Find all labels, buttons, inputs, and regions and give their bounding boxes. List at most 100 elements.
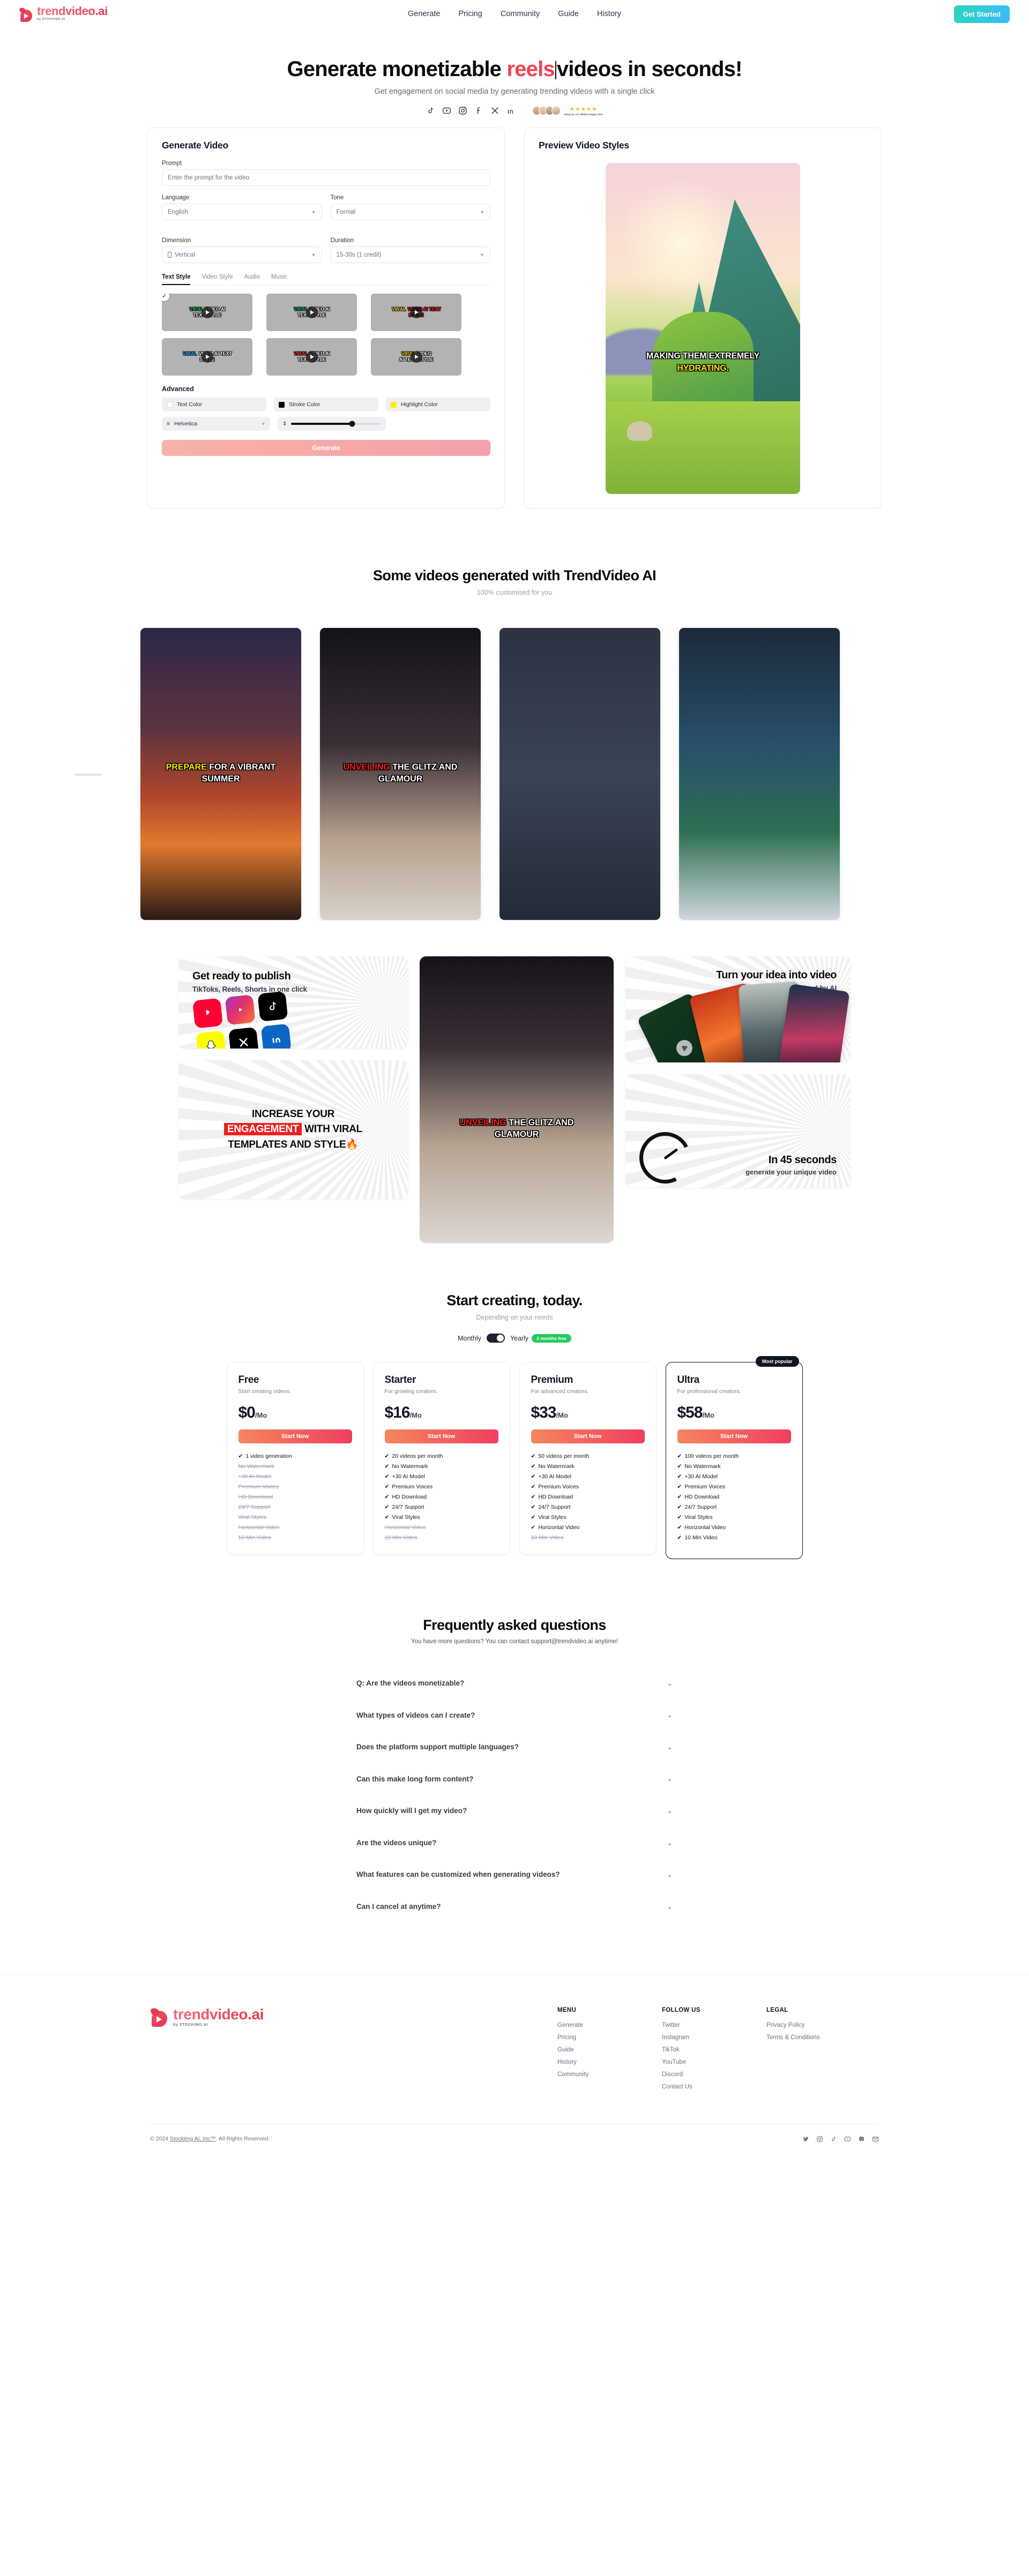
faq-item[interactable]: Are the videos unique? ⌄ <box>356 1827 673 1859</box>
slider-knob[interactable] <box>349 421 355 427</box>
faq-item[interactable]: Does the platform support multiple langu… <box>356 1731 673 1763</box>
generate-button[interactable]: Generate <box>162 440 490 456</box>
footer-link-instagram[interactable]: Instagram <box>662 2034 766 2041</box>
footer-link-discord[interactable]: Discord <box>662 2071 766 2078</box>
linkedin-icon[interactable] <box>506 106 516 115</box>
chevron-down-icon[interactable]: ⌄ <box>667 1774 673 1783</box>
duration-select[interactable]: 15-30s (1 credit) ▼ <box>330 246 490 263</box>
nav-community[interactable]: Community <box>501 10 540 18</box>
tiktok-icon[interactable] <box>426 106 435 115</box>
tab-audio[interactable]: Audio <box>244 274 259 285</box>
footer-link-history[interactable]: History <box>557 2059 662 2065</box>
nav-guide[interactable]: Guide <box>558 10 579 18</box>
instagram-icon[interactable] <box>816 2136 823 2143</box>
instagram-icon[interactable] <box>458 106 467 115</box>
clock-icon <box>632 1125 698 1188</box>
preview-video[interactable]: MAKING THEM EXTREMELY HYDRATING. <box>606 163 800 494</box>
carousel-scrollbar[interactable] <box>75 774 102 776</box>
billing-toggle[interactable] <box>486 1334 505 1343</box>
youtube-icon[interactable] <box>442 106 451 115</box>
dimension-select[interactable]: Vertical ▼ <box>162 246 322 263</box>
tiktok-icon[interactable] <box>830 2136 837 2143</box>
text-style-option[interactable]: VIRAL VIDEO AI TEXT STYLE <box>266 338 357 376</box>
pricing-plans: Free Start creating videos. $0/Mo Start … <box>0 1356 1029 1559</box>
chevron-down-icon[interactable]: ⌄ <box>667 1679 673 1688</box>
start-now-button[interactable]: Start Now <box>384 1429 498 1443</box>
brand-logo[interactable]: trendvideo.ai by STOCKIMG.AI <box>19 5 108 23</box>
font-size-slider[interactable]: ⇕ <box>278 417 386 431</box>
chevron-down-icon[interactable]: ⌄ <box>667 1870 673 1879</box>
faq-item[interactable]: What features can be customized when gen… <box>356 1859 673 1891</box>
text-style-option[interactable]: VIRAL VIDEO AI TEXT STYLE <box>266 294 357 331</box>
stroke-color-picker[interactable]: Stroke Color <box>274 398 378 411</box>
faq-item[interactable]: What types of videos can I create? ⌄ <box>356 1699 673 1732</box>
text-style-option[interactable]: ✓ VIRAL VIDEO AI TEXT STYLE <box>162 294 252 331</box>
footer-link-contact-us[interactable]: Contact Us <box>662 2084 766 2090</box>
logo-mark-icon <box>150 2006 168 2028</box>
footer-link-twitter[interactable]: Twitter <box>662 2022 766 2028</box>
footer-link-pricing[interactable]: Pricing <box>557 2034 662 2041</box>
start-now-button[interactable]: Start Now <box>531 1429 645 1443</box>
text-style-option[interactable]: VIRAL VIDEOAI TEXT STYLE <box>371 338 461 376</box>
pricing-title: Start creating, today. <box>446 1292 583 1308</box>
chevron-down-icon: ▼ <box>480 209 484 215</box>
gallery-card[interactable]: PREPARE FOR A VIBRANT SUMMER <box>140 627 301 920</box>
chevron-down-icon[interactable]: ⌄ <box>667 1903 673 1911</box>
language-select[interactable]: English ▼ <box>162 204 322 220</box>
footer-link-terms[interactable]: Terms & Conditions <box>766 2034 871 2041</box>
nav-history[interactable]: History <box>597 10 621 18</box>
get-started-button[interactable]: Get Started <box>953 5 1010 23</box>
gallery-card[interactable]: UNVEILING THE GLITZ AND GLAMOUR <box>320 627 481 920</box>
youtube-icon[interactable] <box>844 2136 851 2143</box>
footer-column-menu: MENU Generate Pricing Guide History Comm… <box>557 2007 662 2090</box>
footer-link-youtube[interactable]: YouTube <box>662 2059 766 2065</box>
tone-select[interactable]: Formal ▼ <box>330 204 490 220</box>
nav-pricing[interactable]: Pricing <box>458 10 482 18</box>
discount-badge: 2 months free <box>532 1334 571 1343</box>
faq-item[interactable]: Can I cancel at anytime? ⌄ <box>356 1891 673 1923</box>
model-video-card[interactable]: UNVEILING THE GLITZ AND GLAMOUR <box>420 956 614 1243</box>
footer-link-generate[interactable]: Generate <box>557 2022 662 2028</box>
tab-text-style[interactable]: Text Style <box>162 274 191 285</box>
footer-link-privacy-policy[interactable]: Privacy Policy <box>766 2022 871 2028</box>
feature-text: HD Download <box>684 1494 720 1500</box>
gallery-card[interactable] <box>499 627 660 920</box>
text-style-option[interactable]: VIRAL VIDEO AI TEXTSTYLE <box>371 294 461 331</box>
text-style-option[interactable]: VIRAL VIDEO AI TEXTSTYLE <box>162 338 252 376</box>
chevron-down-icon[interactable]: ⌄ <box>667 1839 673 1847</box>
faq-item[interactable]: Q: Are the videos monetizable? ⌄ <box>356 1667 673 1699</box>
chevron-down-icon[interactable]: ⌄ <box>667 1711 673 1719</box>
footer-logo[interactable]: trendvideo.ai by STOCKIMG.AI <box>150 2006 557 2028</box>
start-now-button[interactable]: Start Now <box>238 1429 352 1443</box>
font-select[interactable]: ≡ Helvetica ▼ <box>162 417 270 431</box>
caption-rest: THE GLITZ AND <box>506 1118 574 1127</box>
prompt-input[interactable] <box>162 169 490 186</box>
footer-link-guide[interactable]: Guide <box>557 2047 662 2053</box>
twitter-icon[interactable] <box>802 2136 809 2143</box>
facebook-icon[interactable] <box>474 106 483 115</box>
text-color-picker[interactable]: Text Color <box>162 398 266 411</box>
dimension-value: Vertical <box>175 251 195 258</box>
highlight-color-picker[interactable]: Highlight Color <box>386 398 490 411</box>
x-icon[interactable] <box>490 106 499 115</box>
tab-music[interactable]: Music <box>271 274 287 285</box>
gallery-card[interactable] <box>679 627 840 920</box>
idea-to-video-card: Turn your idea into video in seconds pow… <box>625 956 851 1062</box>
footer-link-community[interactable]: Community <box>557 2071 662 2078</box>
chevron-down-icon[interactable]: ⌄ <box>667 1807 673 1815</box>
tab-video-style[interactable]: Video Style <box>202 274 233 285</box>
nav-generate[interactable]: Generate <box>408 10 440 18</box>
gallery-carousel[interactable]: PREPARE FOR A VIBRANT SUMMER UNVEILING TH… <box>0 626 1029 921</box>
chevron-down-icon[interactable]: ⌄ <box>667 1743 673 1751</box>
mail-icon[interactable] <box>872 2136 879 2143</box>
check-icon: ✔ <box>531 1524 536 1531</box>
faq-item[interactable]: How quickly will I get my video? ⌄ <box>356 1795 673 1827</box>
hero-title-accent: reels <box>506 57 555 81</box>
copyright-company-link[interactable]: Stockimg AI, Inc™ <box>170 2136 216 2142</box>
faq-item[interactable]: Can this make long form content? ⌄ <box>356 1763 673 1795</box>
footer-link-tiktok[interactable]: TikTok <box>662 2047 766 2053</box>
caption-highlight: PREPARE <box>166 762 207 772</box>
slider-track[interactable] <box>291 421 381 427</box>
discord-icon[interactable] <box>858 2136 865 2143</box>
start-now-button[interactable]: Start Now <box>677 1429 791 1443</box>
